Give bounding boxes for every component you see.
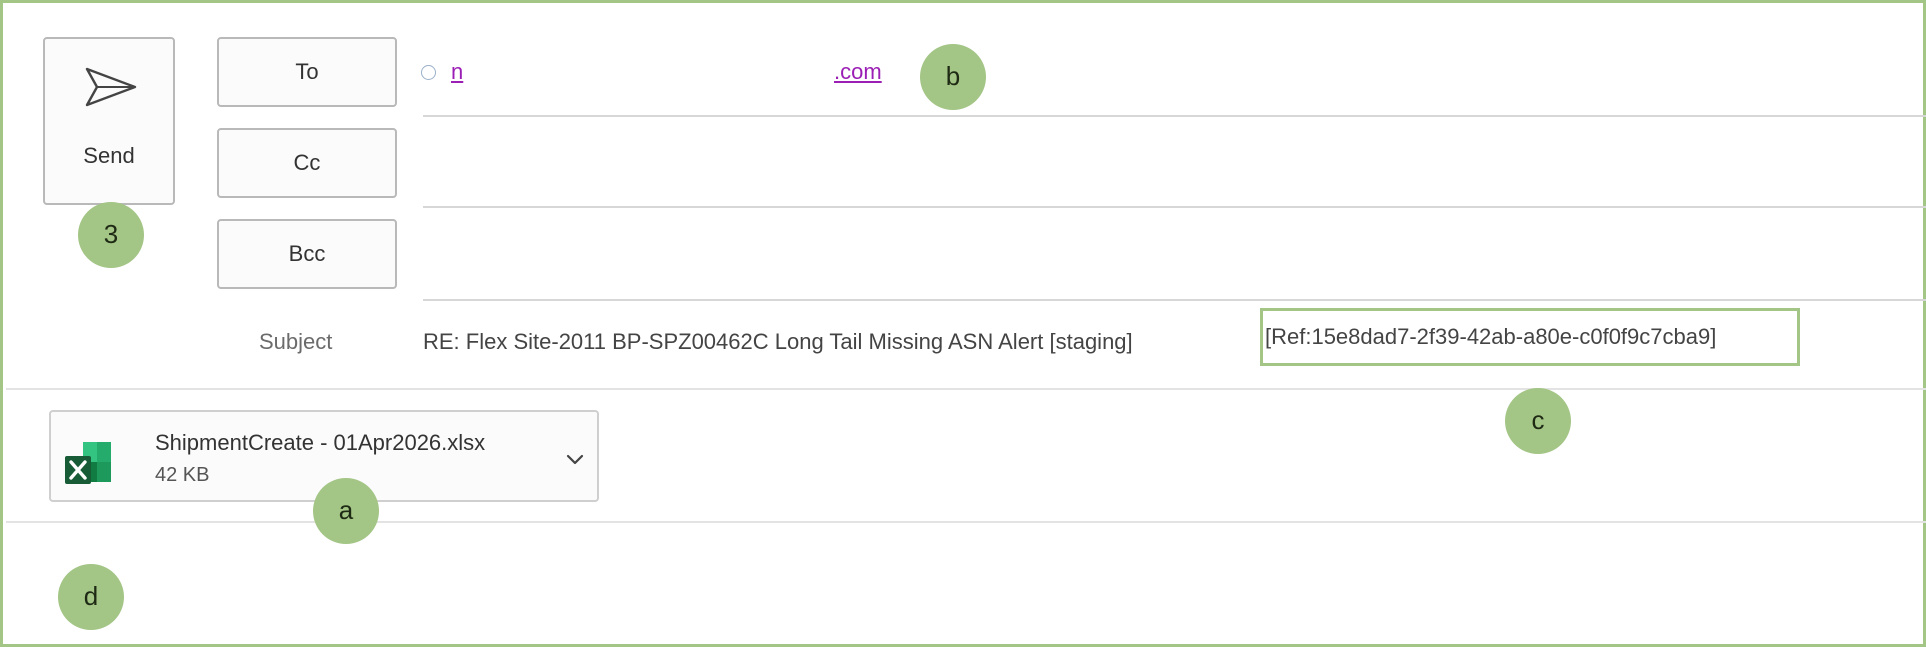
to-recipient-domain[interactable]: .com [834, 59, 882, 85]
chevron-down-icon[interactable] [565, 452, 585, 466]
send-icon [85, 67, 137, 107]
to-recipient-name[interactable]: n [451, 59, 463, 85]
presence-status-icon [421, 65, 436, 80]
to-field-underline [423, 115, 1926, 117]
cc-field[interactable] [423, 206, 1926, 208]
attachment-divider [6, 521, 1926, 523]
send-button[interactable]: Send [43, 37, 175, 205]
annotation-badge-d: d [58, 564, 124, 630]
annotation-badge-b: b [920, 44, 986, 110]
email-compose-window: Send To Cc Bcc n .com Subject RE: Flex S… [0, 0, 1926, 647]
subject-input[interactable]: RE: Flex Site-2011 BP-SPZ00462C Long Tai… [423, 329, 1133, 355]
attachment-name: ShipmentCreate - 01Apr2026.xlsx [155, 430, 486, 455]
subject-reference-id[interactable]: [Ref:15e8dad7-2f39-42ab-a80e-c0f0f9c7cba… [1260, 308, 1800, 366]
annotation-badge-c: c [1505, 388, 1571, 454]
excel-file-icon [65, 442, 111, 484]
cc-button[interactable]: Cc [217, 128, 397, 198]
bcc-field[interactable] [423, 299, 1926, 301]
attachment-size: 42 KB [155, 464, 210, 486]
send-button-label: Send [83, 143, 135, 168]
bcc-button[interactable]: Bcc [217, 219, 397, 289]
to-button[interactable]: To [217, 37, 397, 107]
annotation-badge-3: 3 [78, 202, 144, 268]
header-divider [6, 388, 1926, 390]
subject-label: Subject [259, 329, 333, 354]
annotation-badge-a: a [313, 478, 379, 544]
